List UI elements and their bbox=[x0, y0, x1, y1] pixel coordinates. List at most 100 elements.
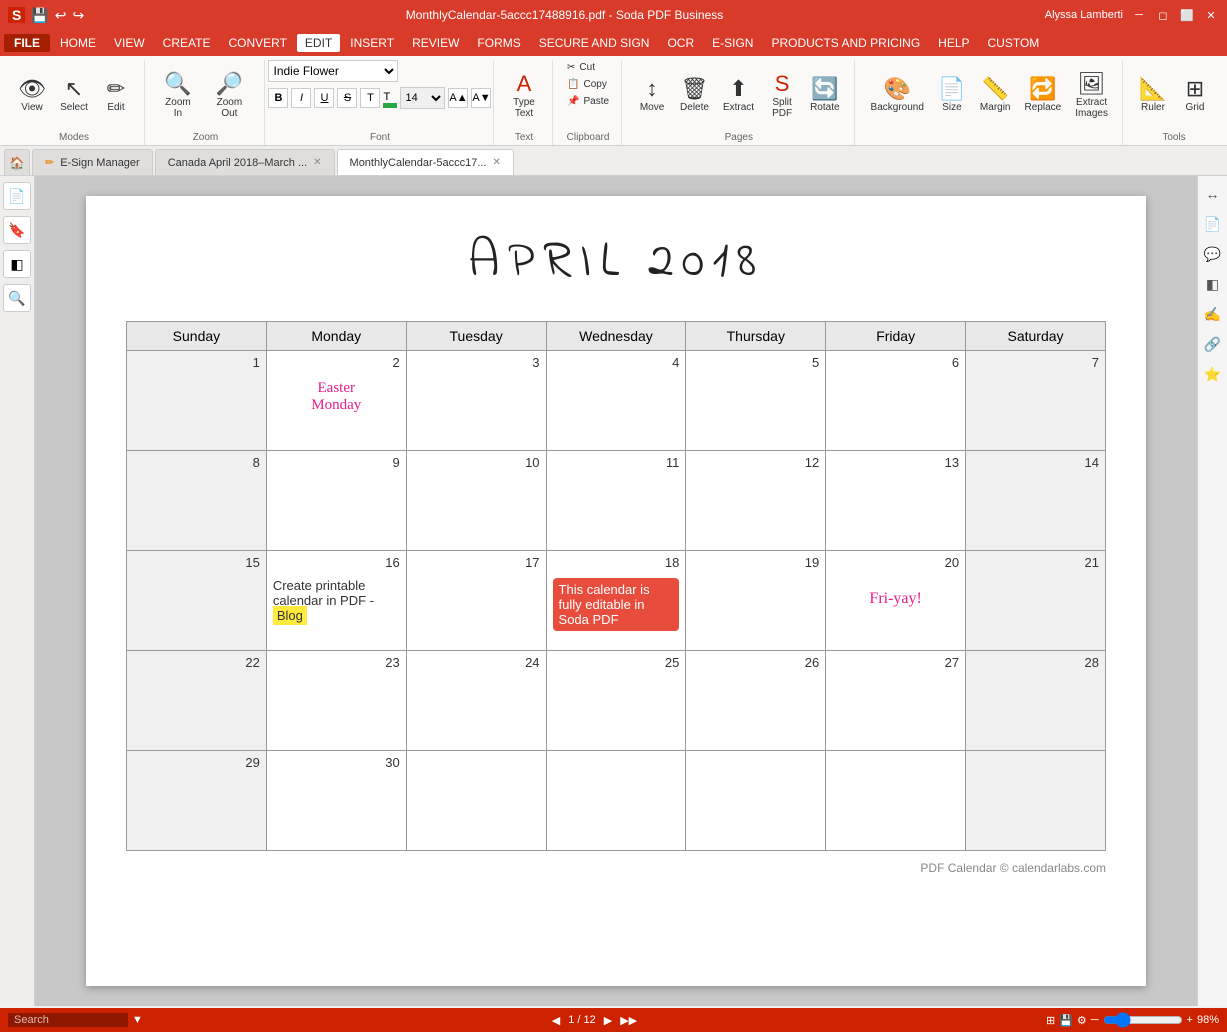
tab-monthly[interactable]: MonthlyCalendar-5accc17... ✕ bbox=[337, 149, 514, 175]
copy-button[interactable]: 📋 Copy bbox=[563, 77, 613, 92]
superscript-button[interactable]: T bbox=[360, 88, 380, 108]
search-down-arrow[interactable]: ▼ bbox=[132, 1014, 143, 1026]
restore-button[interactable]: ◻ bbox=[1155, 7, 1171, 23]
rotate-button[interactable]: 🔄 Rotate bbox=[804, 72, 845, 117]
menu-help[interactable]: HELP bbox=[930, 34, 977, 52]
menu-convert[interactable]: CONVERT bbox=[220, 34, 294, 52]
sidebar-search-btn[interactable]: 🔍 bbox=[3, 284, 31, 312]
zoom-in-status[interactable]: + bbox=[1187, 1014, 1193, 1026]
ribbon-group-zoom: 🔍 Zoom In 🔎 Zoom Out Zoom bbox=[147, 60, 265, 145]
zoom-out-status[interactable]: ─ bbox=[1091, 1014, 1099, 1026]
menu-secure-sign[interactable]: SECURE AND SIGN bbox=[531, 34, 658, 52]
replace-button[interactable]: 🔁 Replace bbox=[1019, 72, 1068, 117]
menu-insert[interactable]: INSERT bbox=[342, 34, 402, 52]
bold-button[interactable]: B bbox=[268, 88, 288, 108]
zoom-slider[interactable] bbox=[1103, 1012, 1183, 1028]
menu-esign[interactable]: E-SIGN bbox=[704, 34, 761, 52]
calendar-title: APRIL 2018 bbox=[126, 226, 1106, 301]
fit-page-icon[interactable]: ⊞ bbox=[1046, 1014, 1055, 1027]
day-22: 22 bbox=[127, 651, 267, 751]
quick-access-undo[interactable]: ↩ bbox=[55, 7, 67, 24]
menu-create[interactable]: CREATE bbox=[155, 34, 219, 52]
tab-canada[interactable]: Canada April 2018–March ... ✕ bbox=[155, 149, 335, 175]
day-9: 9 bbox=[266, 451, 406, 551]
right-sidebar-pages[interactable]: 📄 bbox=[1201, 212, 1225, 236]
ribbon-group-font: Indie Flower B I U S T T 14 A▲ A▼ Font bbox=[267, 60, 494, 145]
tools-label: Tools bbox=[1125, 132, 1223, 143]
day-empty-5 bbox=[966, 751, 1106, 851]
delete-button[interactable]: 🗑 Delete bbox=[674, 72, 715, 117]
quick-access-redo[interactable]: ↪ bbox=[73, 7, 85, 24]
menu-view[interactable]: VIEW bbox=[106, 34, 153, 52]
margin-button[interactable]: 📏 Margin bbox=[974, 72, 1017, 117]
ruler-button[interactable]: 📐 Ruler bbox=[1133, 72, 1173, 117]
color-picker[interactable]: T bbox=[383, 89, 397, 108]
edit-button[interactable]: ✏ Edit bbox=[96, 72, 136, 117]
canada-tab-close[interactable]: ✕ bbox=[313, 157, 321, 168]
size-button[interactable]: 📄 Size bbox=[932, 72, 972, 117]
zoom-in-button[interactable]: 🔍 Zoom In bbox=[155, 67, 201, 123]
type-text-button[interactable]: A TypeText bbox=[504, 67, 544, 123]
status-right: ⊞ 💾 ⚙ ─ + 98% bbox=[1046, 1012, 1219, 1028]
font-size-select[interactable]: 14 bbox=[400, 87, 445, 109]
prev-page-button[interactable]: ◀ bbox=[552, 1014, 560, 1027]
menu-products[interactable]: PRODUCTS AND PRICING bbox=[763, 34, 928, 52]
cut-button[interactable]: ✂ Cut bbox=[563, 60, 613, 75]
split-pdf-button[interactable]: S SplitPDF bbox=[762, 67, 802, 123]
font-select[interactable]: Indie Flower bbox=[268, 60, 398, 82]
minimize-button[interactable]: ─ bbox=[1131, 7, 1147, 23]
day-14: 14 bbox=[966, 451, 1106, 551]
page-forward-button[interactable]: ▶▶ bbox=[620, 1014, 637, 1027]
grid-button[interactable]: ⊞ Grid bbox=[1175, 72, 1215, 117]
view-button[interactable]: 👁 View bbox=[12, 72, 52, 117]
day-10: 10 bbox=[406, 451, 546, 551]
select-icon: ↖ bbox=[65, 76, 83, 102]
pdf-page: APRIL 2018 Sunday Monday Tuesday Wednesd… bbox=[86, 196, 1146, 986]
menu-review[interactable]: REVIEW bbox=[404, 34, 467, 52]
copy-icon: 📋 bbox=[567, 79, 579, 90]
zoom-out-button[interactable]: 🔎 Zoom Out bbox=[203, 67, 256, 123]
menu-forms[interactable]: FORMS bbox=[469, 34, 528, 52]
extract-button[interactable]: ⬆ Extract bbox=[717, 72, 760, 117]
quick-access-save[interactable]: 💾 bbox=[31, 7, 48, 24]
maximize-button[interactable]: ⬜ bbox=[1179, 7, 1195, 23]
save-icon[interactable]: 💾 bbox=[1059, 1014, 1073, 1027]
menu-custom[interactable]: CUSTOM bbox=[980, 34, 1048, 52]
next-page-button[interactable]: ▶ bbox=[604, 1014, 612, 1027]
menu-file[interactable]: FILE bbox=[4, 34, 50, 52]
menu-edit[interactable]: EDIT bbox=[297, 34, 340, 52]
sidebar-pages-btn[interactable]: 📄 bbox=[3, 182, 31, 210]
right-sidebar-star[interactable]: ⭐ bbox=[1201, 362, 1225, 386]
select-button[interactable]: ↖ Select bbox=[54, 72, 94, 117]
font-name-row: Indie Flower bbox=[268, 60, 491, 82]
underline-button[interactable]: U bbox=[314, 88, 334, 108]
right-sidebar-link[interactable]: 🔗 bbox=[1201, 332, 1225, 356]
right-sidebar-annot[interactable]: 💬 bbox=[1201, 242, 1225, 266]
day-23: 23 bbox=[266, 651, 406, 751]
menu-ocr[interactable]: OCR bbox=[659, 34, 702, 52]
header-sunday: Sunday bbox=[127, 322, 267, 351]
decrease-size-button[interactable]: A▼ bbox=[471, 88, 491, 108]
tab-esign[interactable]: ✏ E-Sign Manager bbox=[32, 149, 153, 175]
search-input[interactable] bbox=[8, 1013, 128, 1027]
move-button[interactable]: ↕ Move bbox=[632, 72, 672, 117]
paste-button[interactable]: 📌 Paste bbox=[563, 94, 613, 109]
background-button[interactable]: 🎨 Background bbox=[865, 72, 930, 117]
home-tab-btn[interactable]: 🏠 bbox=[4, 149, 30, 175]
close-button[interactable]: ✕ bbox=[1203, 7, 1219, 23]
canada-tab-label: Canada April 2018–March ... bbox=[168, 157, 307, 169]
italic-button[interactable]: I bbox=[291, 88, 311, 108]
menu-home[interactable]: HOME bbox=[52, 34, 104, 52]
sidebar-layers-btn[interactable]: ◧ bbox=[3, 250, 31, 278]
strikethrough-button[interactable]: S bbox=[337, 88, 357, 108]
right-sidebar-expand[interactable]: ↔ bbox=[1201, 182, 1225, 206]
right-sidebar-layers[interactable]: ◧ bbox=[1201, 272, 1225, 296]
settings-icon[interactable]: ⚙ bbox=[1077, 1014, 1087, 1027]
app-logo: S bbox=[8, 7, 25, 23]
monthly-tab-close[interactable]: ✕ bbox=[493, 157, 501, 168]
increase-size-button[interactable]: A▲ bbox=[448, 88, 468, 108]
extract-images-button[interactable]: 🖼 ExtractImages bbox=[1069, 67, 1114, 123]
right-sidebar-sign[interactable]: ✍ bbox=[1201, 302, 1225, 326]
day-30: 30 bbox=[266, 751, 406, 851]
sidebar-bookmarks-btn[interactable]: 🔖 bbox=[3, 216, 31, 244]
